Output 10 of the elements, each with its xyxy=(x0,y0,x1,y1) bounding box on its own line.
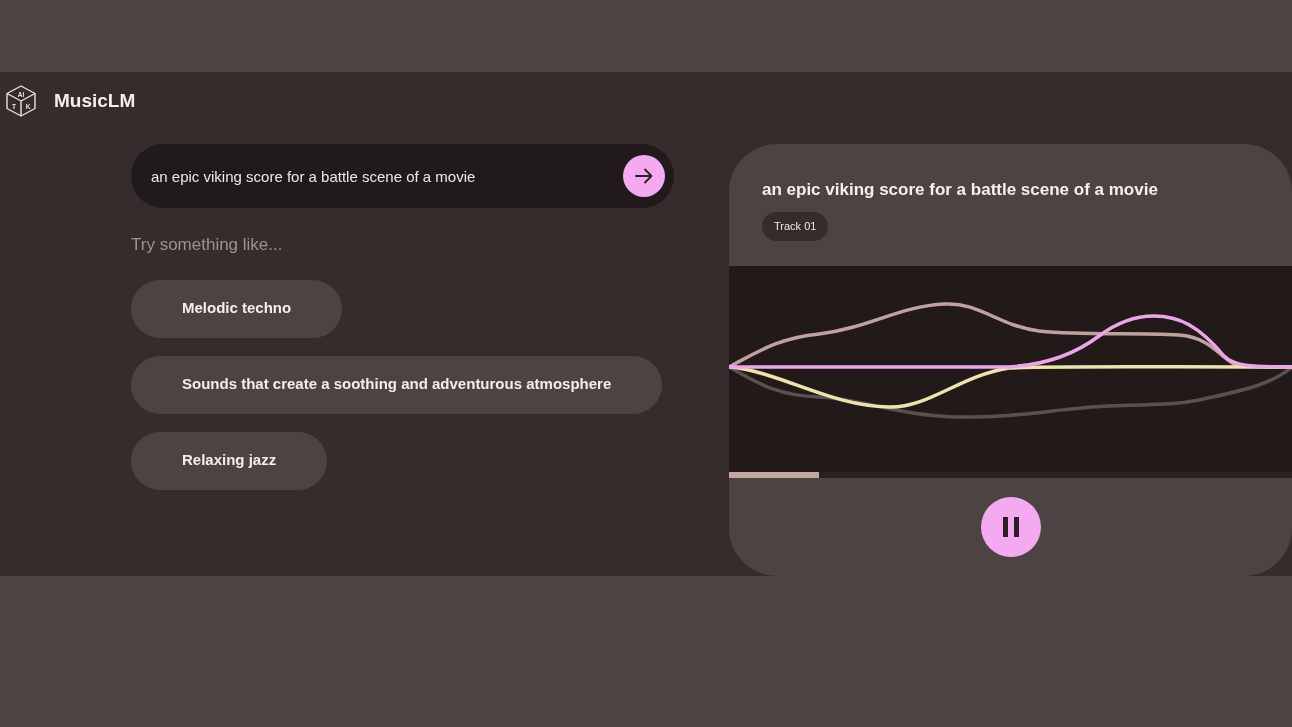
track-title: an epic viking score for a battle scene of a movie xyxy=(762,179,1158,201)
suggestions-heading: Try something like... xyxy=(131,234,283,256)
progress-track[interactable] xyxy=(729,472,1292,478)
track-label: Track 01 xyxy=(762,212,829,241)
arrow-right-icon xyxy=(635,168,653,184)
suggestion-chip[interactable]: Relaxing jazz xyxy=(131,431,328,490)
app-name: MusicLM xyxy=(54,88,136,113)
prompt-field[interactable]: an epic viking score for a battle scene of a movie xyxy=(131,144,674,208)
suggestion-chip[interactable]: Sounds that create a soothing and adventurous atmosphere xyxy=(131,355,663,414)
suggestion-chip[interactable]: Melodic techno xyxy=(131,279,343,338)
